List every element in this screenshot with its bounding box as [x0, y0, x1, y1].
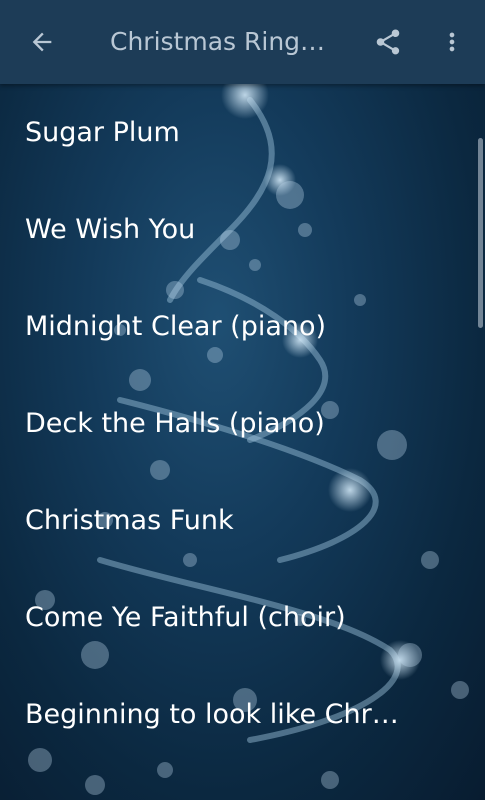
list-item-label: Sugar Plum — [25, 117, 180, 148]
list-item[interactable]: We Wish You — [0, 181, 485, 278]
list-item[interactable]: Christmas Funk — [0, 472, 485, 569]
page-title: Christmas Ring… — [110, 27, 326, 56]
ringtone-list: Sugar Plum We Wish You Midnight Clear (p… — [0, 84, 485, 800]
list-item-label: Come Ye Faithful (choir) — [25, 602, 346, 633]
list-item-label: Midnight Clear (piano) — [25, 311, 327, 342]
arrow-back-icon — [32, 32, 52, 52]
share-button[interactable] — [360, 14, 416, 70]
list-item-label: We Wish You — [25, 214, 196, 245]
list-item[interactable]: Deck the Halls (piano) — [0, 375, 485, 472]
list-item-label: Christmas Funk — [25, 505, 234, 536]
list-item[interactable]: Come Ye Faithful (choir) — [0, 569, 485, 666]
share-icon — [376, 29, 400, 55]
list-item[interactable]: Beginning to look like Chr… — [0, 666, 485, 763]
more-options-button[interactable] — [424, 14, 480, 70]
list-item-label: Beginning to look like Chr… — [25, 699, 399, 730]
list-item[interactable]: Sugar Plum — [0, 84, 485, 181]
app-toolbar: Christmas Ring… — [0, 0, 485, 84]
more-vert-icon — [449, 32, 455, 52]
list-item-label: Deck the Halls (piano) — [25, 408, 325, 439]
scrollbar[interactable] — [478, 138, 483, 328]
back-button[interactable] — [14, 14, 70, 70]
list-item[interactable]: Midnight Clear (piano) — [0, 278, 485, 375]
